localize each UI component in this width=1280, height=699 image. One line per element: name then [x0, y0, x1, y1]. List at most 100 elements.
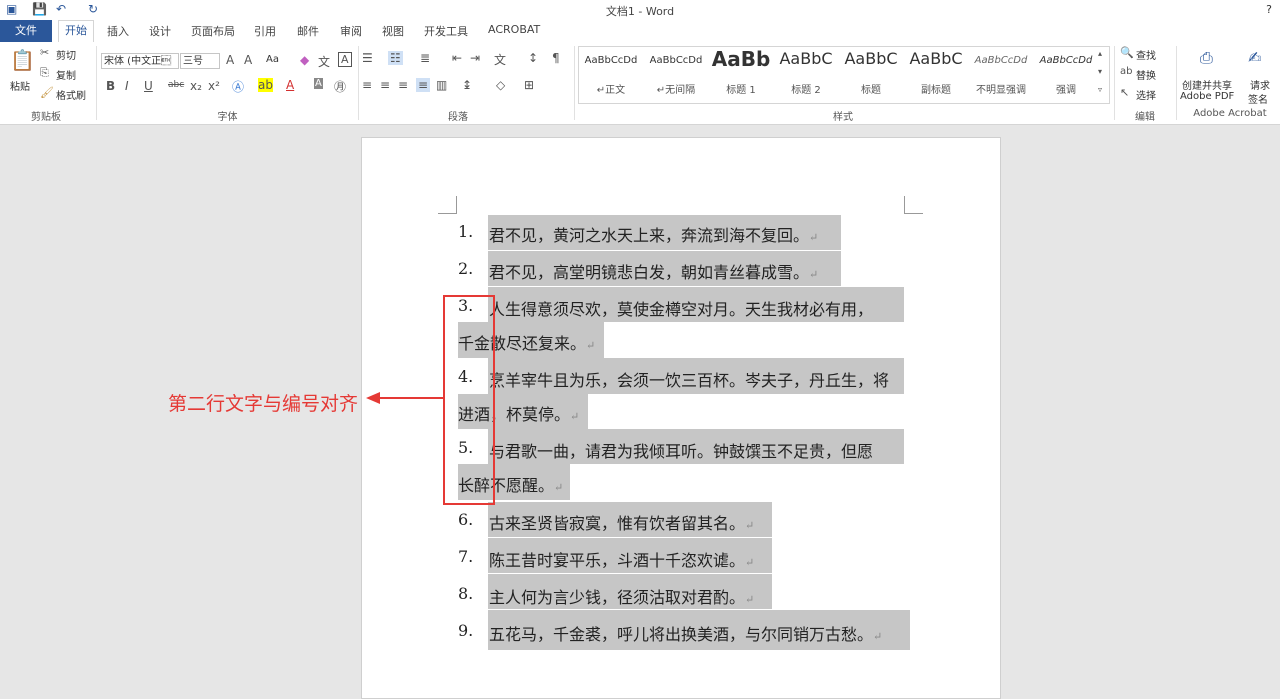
copy-icon[interactable]: ⎘ — [40, 66, 49, 80]
create-pdf-label-1[interactable]: 创建并共享 — [1182, 77, 1232, 92]
list-number: 6. — [458, 510, 474, 529]
italic-icon[interactable]: I — [125, 79, 129, 93]
font-name-box[interactable]: 宋体 (中文正 — [101, 53, 179, 69]
increase-indent-icon[interactable]: ⇥ — [470, 51, 480, 65]
cut-button[interactable]: 剪切 — [56, 47, 76, 62]
strikethrough-icon[interactable]: abc — [168, 80, 184, 90]
tab-acrobat[interactable]: ACROBAT — [488, 23, 540, 36]
tab-developer[interactable]: 开发工具 — [424, 23, 468, 39]
phonetic-guide-icon[interactable]: 文 — [318, 53, 330, 70]
subscript-icon[interactable]: x₂ — [190, 79, 202, 93]
bullets-icon[interactable]: ☰ — [362, 51, 373, 65]
request-sign-label-2[interactable]: 签名 — [1248, 91, 1268, 106]
grow-font-icon[interactable]: A — [226, 53, 234, 67]
list-item-text[interactable]: 烹羊宰牛且为乐，会须一饮三百杯。岑夫子，丹丘生，将 — [489, 367, 889, 391]
select-button[interactable]: 选择 — [1136, 87, 1156, 102]
paste-icon[interactable]: 📋 — [10, 48, 35, 72]
shrink-font-icon[interactable]: A — [244, 53, 252, 67]
style-heading-2[interactable]: AaBbC 标题 2 — [774, 47, 838, 101]
style-subtitle[interactable]: AaBbC 副标题 — [904, 47, 968, 101]
list-item-text[interactable]: 陈王昔时宴平乐，斗酒十千恣欢谑。↵ — [489, 547, 754, 571]
superscript-icon[interactable]: x² — [208, 79, 220, 93]
decrease-indent-icon[interactable]: ⇤ — [452, 51, 462, 65]
style-subtle-emphasis[interactable]: AaBbCcDd 不明显强调 — [969, 47, 1033, 101]
list-number: 8. — [458, 584, 474, 603]
font-size-box[interactable]: 三号 — [180, 53, 220, 69]
show-marks-icon[interactable]: ¶ — [552, 51, 560, 65]
format-painter-button[interactable]: 格式刷 — [56, 87, 86, 102]
cut-icon[interactable]: ✂ — [40, 46, 49, 59]
gallery-more-icon[interactable]: ▿ — [1098, 85, 1102, 94]
numbering-icon[interactable]: ☷ — [388, 51, 403, 65]
highlight-icon[interactable]: ab — [258, 78, 273, 92]
group-divider — [574, 46, 575, 120]
align-right-icon[interactable]: ≡ — [398, 78, 408, 92]
style-emphasis[interactable]: AaBbCcDd 强调 — [1034, 47, 1098, 101]
gallery-down-icon[interactable]: ▾ — [1098, 67, 1102, 76]
char-shading-icon[interactable]: A — [314, 78, 323, 89]
bold-icon[interactable]: B — [106, 79, 115, 93]
title-bar: ▣ 💾 ↶ ↻ 文档1 - Word ? — [0, 0, 1280, 20]
tab-insert[interactable]: 插入 — [107, 23, 129, 39]
tab-references[interactable]: 引用 — [254, 23, 276, 39]
style-normal[interactable]: AaBbCcDd ↵正文 — [579, 47, 643, 101]
acrobat-group-label: Adobe Acrobat — [1193, 108, 1267, 119]
style-no-spacing[interactable]: AaBbCcDd ↵无间隔 — [644, 47, 708, 101]
char-border-icon[interactable]: A — [338, 52, 352, 67]
create-pdf-label-2[interactable]: Adobe PDF — [1180, 91, 1234, 102]
clear-format-icon[interactable]: ◆ — [300, 53, 309, 67]
annotation-label: 第二行文字与编号对齐 — [168, 393, 359, 415]
shading-icon[interactable]: ◇ — [496, 78, 505, 92]
list-item-text[interactable]: 与君歌一曲，请君为我倾耳听。钟鼓馔玉不足贵，但愿 — [489, 438, 873, 462]
align-center-icon[interactable]: ≡ — [380, 78, 390, 92]
list-item-text[interactable]: 人生得意须尽欢，莫使金樽空对月。天生我材必有用， — [489, 296, 873, 320]
find-icon[interactable]: 🔍 — [1120, 46, 1134, 59]
align-left-icon[interactable]: ≡ — [362, 78, 372, 92]
group-divider — [358, 46, 359, 120]
paste-button[interactable]: 粘贴 — [10, 78, 30, 93]
tab-layout[interactable]: 页面布局 — [191, 23, 235, 39]
replace-icon[interactable]: ab — [1120, 66, 1132, 77]
help-button[interactable]: ? — [1266, 3, 1272, 16]
line-spacing-icon[interactable]: ↨ — [462, 78, 472, 92]
gallery-up-icon[interactable]: ▴ — [1098, 49, 1102, 58]
distribute-icon[interactable]: ▥ — [436, 78, 447, 92]
paragraph-group-label: 段落 — [448, 112, 468, 123]
create-pdf-icon[interactable]: ⎙ — [1200, 48, 1213, 68]
copy-button[interactable]: 复制 — [56, 67, 76, 82]
multilevel-list-icon[interactable]: ≣ — [420, 51, 430, 65]
tab-design[interactable]: 设计 — [149, 23, 171, 39]
annotation-highlight-box — [443, 295, 495, 505]
list-item-text[interactable]: 古来圣贤皆寂寞，惟有饮者留其名。↵ — [489, 510, 754, 534]
tab-view[interactable]: 视图 — [382, 23, 404, 39]
justify-icon[interactable]: ≡ — [416, 78, 431, 92]
request-sign-label-1[interactable]: 请求 — [1250, 77, 1270, 92]
ribbon: 📋 粘贴 ✂ 剪切 ⎘ 复制 🖌 格式刷 剪贴板 宋体 (中文正 三号 A A… — [0, 42, 1280, 125]
window-title: 文档1 - Word — [605, 5, 675, 18]
tab-home[interactable]: 开始 — [58, 20, 94, 43]
tab-file[interactable]: 文件 — [0, 20, 52, 42]
select-icon[interactable]: ↖ — [1120, 86, 1129, 99]
list-item-text[interactable]: 君不见，黄河之水天上来，奔流到海不复回。↵ — [489, 222, 818, 246]
chinese-layout-icon[interactable]: 文 — [494, 51, 506, 68]
list-item-text[interactable]: 五花马，千金裘，呼儿将出换美酒，与尔同销万古愁。↵ — [489, 621, 882, 645]
text-effects-icon[interactable]: Ⓐ — [232, 78, 244, 95]
tab-review[interactable]: 审阅 — [340, 23, 362, 39]
find-button[interactable]: 查找 — [1136, 47, 1156, 62]
font-color-icon[interactable]: A — [286, 78, 294, 92]
underline-icon[interactable]: U — [144, 79, 153, 93]
list-number: 9. — [458, 621, 474, 640]
format-painter-icon[interactable]: 🖌 — [40, 86, 54, 99]
style-heading-1[interactable]: AaBb 标题 1 — [709, 47, 773, 101]
style-title[interactable]: AaBbC 标题 — [839, 47, 903, 101]
tab-mailings[interactable]: 邮件 — [297, 23, 319, 39]
clipboard-group-label: 剪贴板 — [31, 112, 61, 123]
list-item-text[interactable]: 主人何为言少钱，径须沽取对君酌。↵ — [489, 584, 754, 608]
borders-icon[interactable]: ⊞ — [524, 78, 534, 92]
change-case-button[interactable]: Aa — [266, 54, 279, 65]
sort-icon[interactable]: ↕ — [528, 51, 538, 65]
request-sign-icon[interactable]: ✍ — [1248, 48, 1261, 67]
replace-button[interactable]: 替换 — [1136, 67, 1156, 82]
enclose-char-icon[interactable]: ㊊ — [334, 78, 346, 95]
list-item-text[interactable]: 君不见，高堂明镜悲白发，朝如青丝暮成雪。↵ — [489, 259, 818, 283]
